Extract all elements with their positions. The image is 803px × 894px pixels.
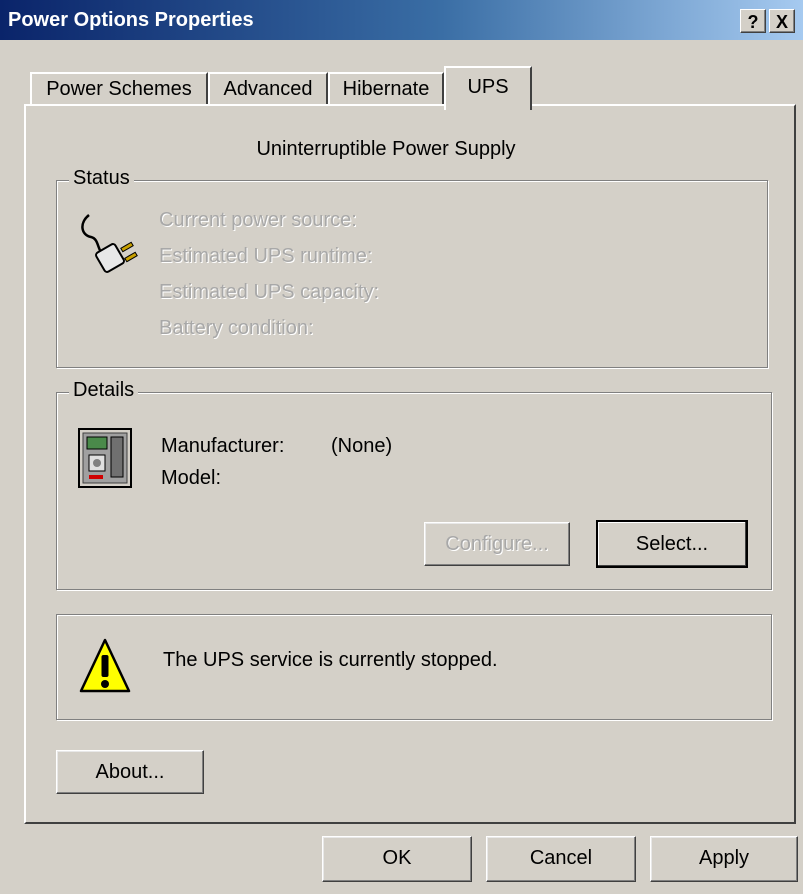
cancel-button[interactable]: Cancel (486, 836, 636, 882)
about-button[interactable]: About... (56, 750, 204, 794)
manufacturer-value: (None) (331, 435, 393, 457)
status-line-capacity: Estimated UPS capacity: (159, 281, 380, 303)
apply-button[interactable]: Apply (650, 836, 798, 882)
configure-button[interactable]: Configure... (424, 522, 570, 566)
manufacturer-label: Manufacturer: (161, 435, 285, 457)
ups-device-icon (77, 427, 133, 489)
tab-power-schemes[interactable]: Power Schemes (30, 72, 208, 106)
tab-ups[interactable]: UPS (444, 66, 532, 110)
plug-icon (75, 209, 145, 279)
status-line-power-source: Current power source: (159, 209, 357, 231)
help-button[interactable]: ? (740, 9, 766, 33)
warning-icon (79, 637, 131, 695)
ok-button[interactable]: OK (322, 836, 472, 882)
model-label: Model: (161, 467, 222, 489)
tab-advanced[interactable]: Advanced (208, 72, 328, 106)
window-title: Power Options Properties (8, 9, 254, 31)
close-button[interactable]: X (769, 9, 795, 33)
details-legend: Details (69, 379, 139, 402)
status-line-runtime: Estimated UPS runtime: (159, 245, 373, 267)
status-legend: Status (69, 167, 134, 190)
panel-heading: Uninterruptible Power Supply (256, 138, 516, 160)
warning-group: The UPS service is currently stopped. (56, 614, 772, 720)
tab-hibernate[interactable]: Hibernate (328, 72, 444, 106)
warning-text: The UPS service is currently stopped. (163, 649, 498, 671)
status-group: Status Current power source: Estimated U… (56, 167, 768, 368)
status-line-battery: Battery condition: (159, 317, 314, 339)
title-bar[interactable]: Power Options Properties ? X (0, 0, 803, 40)
select-button[interactable]: Select... (596, 520, 748, 568)
